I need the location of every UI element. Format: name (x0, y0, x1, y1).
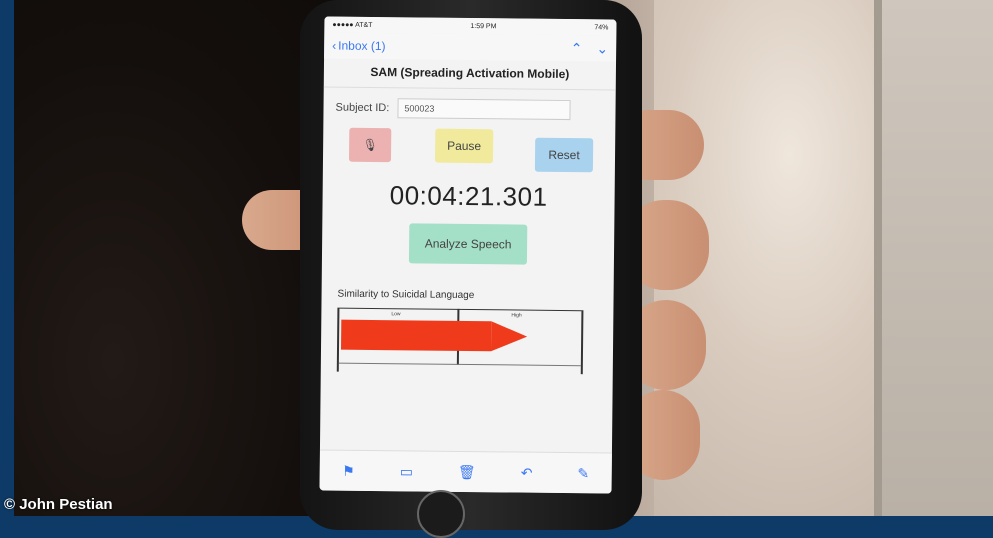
dark-background (14, 0, 344, 516)
battery: 74% (594, 23, 609, 31)
gauge-bottom-line (338, 362, 581, 367)
gauge-low-label: Low (391, 311, 401, 318)
microphone-icon: 🎙 (362, 137, 378, 153)
chevron-left-icon: ‹ (332, 38, 337, 53)
phone-screen: ●●●●● AT&T 1:59 PM 74% ‹ Inbox (1) ⌃ ⌄ S… (319, 16, 617, 494)
window-frame (874, 0, 993, 516)
gauge-high-label: High (511, 312, 522, 319)
gauge-bar (341, 319, 491, 352)
reply-icon[interactable]: ↶ (521, 464, 533, 481)
similarity-label: Similarity to Suicidal Language (337, 288, 475, 302)
gauge-top-line (339, 307, 582, 312)
control-buttons: 🎙 Pause Reset (323, 123, 616, 182)
gauge-arrowhead (490, 321, 527, 352)
nav-bar: ‹ Inbox (1) ⌃ ⌄ (324, 32, 617, 62)
app-title: SAM (Spreading Activation Mobile) (323, 58, 617, 91)
similarity-gauge: Low High (336, 307, 584, 375)
subject-label: Subject ID: (335, 101, 390, 115)
subject-row: Subject ID: 500023 (323, 87, 615, 126)
home-button[interactable] (417, 490, 465, 538)
chevron-down-icon[interactable]: ⌄ (596, 40, 608, 57)
subject-id-input[interactable]: 500023 (397, 98, 571, 121)
back-label: Inbox (1) (338, 38, 386, 54)
reset-button[interactable]: Reset (534, 137, 594, 173)
trash-icon[interactable]: 🗑 (458, 463, 476, 480)
record-button[interactable]: 🎙 (348, 127, 392, 163)
timer: 00:04:21.301 (389, 180, 548, 212)
compose-icon[interactable]: ✎ (577, 465, 589, 482)
chevron-up-icon[interactable]: ⌃ (571, 40, 583, 57)
mail-toolbar: ⚑ ▭ 🗑 ↶ ✎ (319, 449, 612, 494)
photo-credit: © John Pestian (4, 496, 113, 513)
folder-icon[interactable]: ▭ (400, 463, 413, 480)
carrier: ●●●●● AT&T (332, 21, 373, 29)
back-button[interactable]: ‹ Inbox (1) (332, 39, 386, 54)
flag-icon[interactable]: ⚑ (342, 462, 355, 479)
analyze-speech-button[interactable]: Analyze Speech (408, 223, 528, 265)
pause-button[interactable]: Pause (434, 128, 494, 164)
status-time: 1:59 PM (470, 22, 497, 30)
